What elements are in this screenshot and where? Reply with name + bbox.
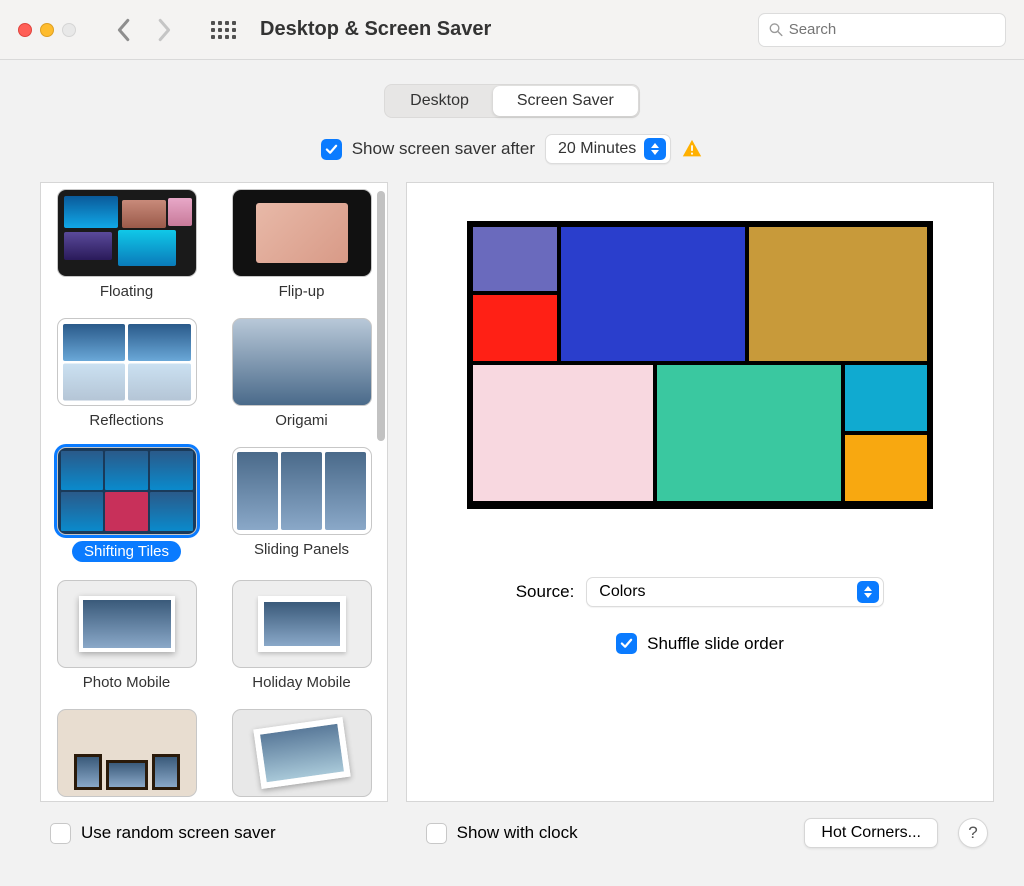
show-after-checkbox[interactable] <box>321 139 342 160</box>
main-content: Floating Flip-up Reflections Origami Shi… <box>0 182 1024 802</box>
minimize-button[interactable] <box>40 23 54 37</box>
label-reflections: Reflections <box>89 412 163 429</box>
source-dropdown[interactable]: Colors <box>586 577 884 607</box>
thumb-flipup <box>232 189 372 277</box>
close-button[interactable] <box>18 23 32 37</box>
label-shifting-tiles: Shifting Tiles <box>72 541 181 562</box>
label-holiday-mobile: Holiday Mobile <box>252 674 350 691</box>
shuffle-checkbox[interactable] <box>616 633 637 654</box>
thumb-reflections <box>57 318 197 406</box>
show-after-row: Show screen saver after 20 Minutes <box>0 130 1024 182</box>
show-after-value: 20 Minutes <box>558 140 636 158</box>
back-button[interactable] <box>106 13 140 47</box>
scroll-area[interactable]: Floating Flip-up Reflections Origami Shi… <box>41 183 387 801</box>
updown-icon <box>857 581 879 603</box>
source-label: Source: <box>516 582 575 602</box>
screensaver-list: Floating Flip-up Reflections Origami Shi… <box>40 182 388 802</box>
thumb-shifting-tiles <box>57 447 197 535</box>
label-photo-mobile: Photo Mobile <box>83 674 171 691</box>
random-label: Use random screen saver <box>81 823 276 843</box>
preview-display <box>467 221 933 509</box>
check-icon <box>325 143 338 156</box>
updown-icon <box>644 138 666 160</box>
source-row: Source: Colors <box>516 577 885 607</box>
clock-checkbox[interactable] <box>426 823 447 844</box>
grid-icon <box>211 21 236 39</box>
screensaver-flipup[interactable]: Flip-up <box>226 189 377 300</box>
thumb-floating <box>57 189 197 277</box>
label-flipup: Flip-up <box>279 283 325 300</box>
random-checkbox[interactable] <box>50 823 71 844</box>
tab-desktop[interactable]: Desktop <box>386 86 493 116</box>
traffic-lights <box>18 23 76 37</box>
screensaver-sliding-panels[interactable]: Sliding Panels <box>226 447 377 562</box>
label-floating: Floating <box>100 283 153 300</box>
search-input[interactable] <box>789 21 995 38</box>
segmented-control: Desktop Screen Saver <box>384 84 640 118</box>
screensaver-shifting-tiles[interactable]: Shifting Tiles <box>51 447 202 562</box>
chevron-right-icon <box>157 18 173 42</box>
label-origami: Origami <box>275 412 328 429</box>
warning-icon <box>681 138 703 160</box>
screensaver-origami[interactable]: Origami <box>226 318 377 429</box>
thumb-vintage-prints <box>232 709 372 797</box>
window-title: Desktop & Screen Saver <box>260 18 491 41</box>
thumb-photo-mobile <box>57 580 197 668</box>
source-value: Colors <box>599 583 849 601</box>
help-button[interactable]: ? <box>958 818 988 848</box>
scrollbar[interactable] <box>377 191 385 441</box>
screensaver-holiday-mobile[interactable]: Holiday Mobile <box>226 580 377 691</box>
screensaver-photo-wall[interactable]: Photo Wall <box>51 709 202 801</box>
tab-row: Desktop Screen Saver <box>0 60 1024 130</box>
bottom-bar: Use random screen saver Show with clock … <box>0 802 1024 848</box>
shuffle-row: Shuffle slide order <box>616 633 784 654</box>
toolbar: Desktop & Screen Saver <box>0 0 1024 60</box>
show-after-dropdown[interactable]: 20 Minutes <box>545 134 671 164</box>
chevron-left-icon <box>115 18 131 42</box>
preview-panel: Source: Colors Shuffle slide order <box>406 182 994 802</box>
tab-screensaver[interactable]: Screen Saver <box>493 86 638 116</box>
search-field[interactable] <box>758 13 1006 47</box>
show-after-label: Show screen saver after <box>352 139 535 159</box>
thumb-photo-wall <box>57 709 197 797</box>
hot-corners-button[interactable]: Hot Corners... <box>804 818 938 848</box>
thumb-origami <box>232 318 372 406</box>
thumb-holiday-mobile <box>232 580 372 668</box>
forward-button[interactable] <box>148 13 182 47</box>
shuffle-label: Shuffle slide order <box>647 634 784 654</box>
label-sliding-panels: Sliding Panels <box>254 541 349 558</box>
screensaver-photo-mobile[interactable]: Photo Mobile <box>51 580 202 691</box>
screensaver-floating[interactable]: Floating <box>51 189 202 300</box>
check-icon <box>620 637 633 650</box>
search-icon <box>769 22 783 37</box>
clock-label: Show with clock <box>457 823 578 843</box>
maximize-button <box>62 23 76 37</box>
thumb-sliding-panels <box>232 447 372 535</box>
screensaver-vintage-prints[interactable]: Vintage Prints <box>226 709 377 801</box>
screensaver-reflections[interactable]: Reflections <box>51 318 202 429</box>
show-all-button[interactable] <box>206 13 240 47</box>
